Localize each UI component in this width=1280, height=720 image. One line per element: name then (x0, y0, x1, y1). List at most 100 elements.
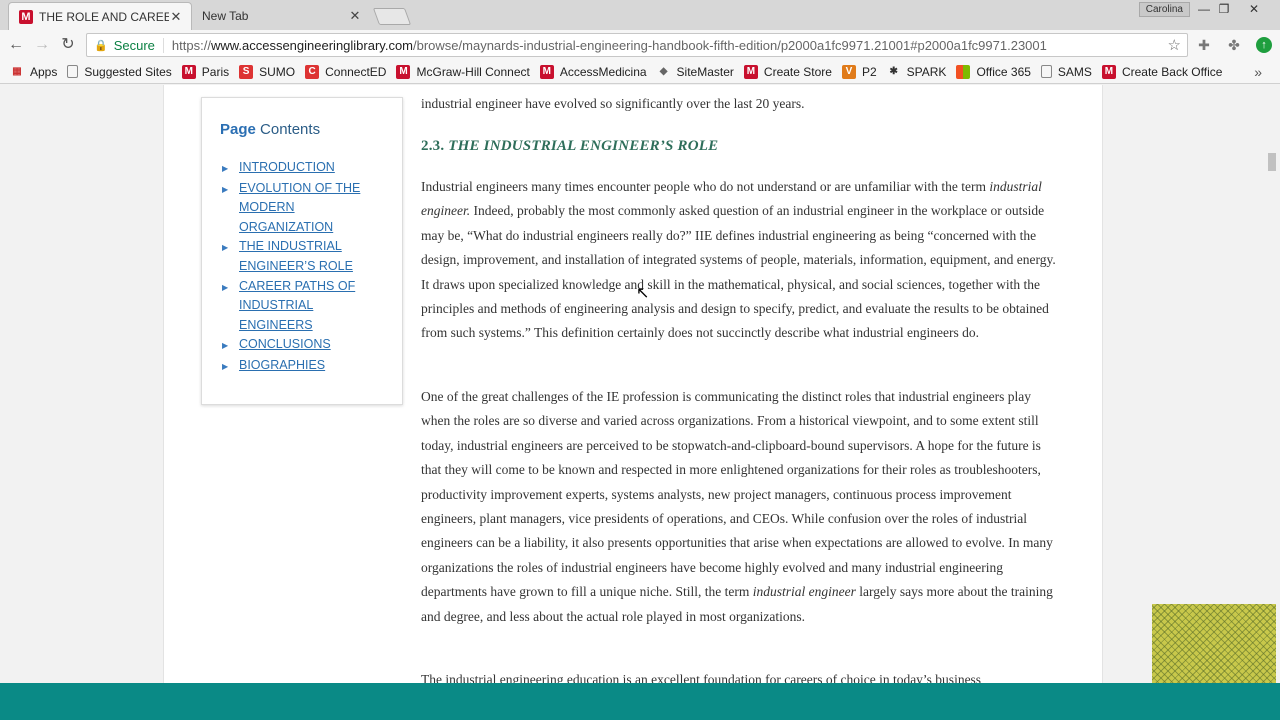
url-path: /browse/maynards-industrial-engineering-… (413, 37, 1047, 53)
toc-item: ▶ BIOGRAPHIES (222, 356, 369, 377)
bookmark-accessmedicina[interactable]: M AccessMedicina (539, 64, 647, 79)
url-text[interactable]: https://www.accessengineeringlibrary.com… (172, 38, 1047, 53)
bookmark-paris[interactable]: M Paris (181, 64, 230, 79)
bottom-bar (0, 683, 1280, 720)
bookmark-sumo[interactable]: S SUMO (239, 64, 296, 79)
window-close-icon[interactable]: ✕ (1240, 0, 1268, 18)
restore-icon[interactable]: ❐ (1210, 0, 1238, 18)
bookmark-office-365[interactable]: Office 365 (956, 64, 1031, 79)
toc-item: ▶ THE INDUSTRIAL ENGINEER’S ROLE (222, 237, 369, 276)
toc-link-ie-role[interactable]: THE INDUSTRIAL ENGINEER’S ROLE (239, 237, 369, 276)
extension-green-icon[interactable]: ↑ (1256, 37, 1272, 53)
toc-link-evolution[interactable]: EVOLUTION OF THE MODERN ORGANIZATION (239, 179, 369, 238)
title-page-word: Page (220, 121, 256, 138)
bookmark-mcgraw-hill-connect[interactable]: M McGraw-Hill Connect (396, 64, 530, 79)
lock-icon: 🔒 (94, 39, 108, 52)
bookmarks-overflow-icon[interactable]: » (1254, 64, 1262, 80)
toc-link-conclusions[interactable]: CONCLUSIONS (239, 335, 369, 356)
sumo-icon: S (239, 64, 254, 79)
spark-icon: ✱ (889, 66, 898, 77)
v-icon: V (841, 64, 856, 79)
tab-new-tab[interactable]: New Tab ✕ (190, 2, 370, 30)
tab-active[interactable]: M THE ROLE AND CAREER O ✕ (8, 2, 192, 30)
bookmark-label: Create Store (763, 64, 832, 79)
mouse-cursor-icon: ↖ (636, 285, 650, 302)
bookmark-label: AccessMedicina (559, 64, 647, 79)
para-text: Indeed, probably the most commonly asked… (421, 203, 1056, 341)
forward-arrow-icon[interactable]: → (32, 35, 52, 55)
mcgraw-m-icon: M (19, 9, 33, 24)
triangle-right-icon: ▶ (222, 341, 229, 351)
toc-item: ▶ INTRODUCTION (222, 158, 369, 179)
bookmarks-bar: ▦ Apps Suggested Sites M Paris S SUMO C Conn… (0, 60, 1280, 84)
mcgraw-m-icon: M (396, 64, 411, 79)
browser-toolbar: ← → ↻ 🔒 Secure https://www.accessenginee… (0, 30, 1280, 60)
toc-item: ▶ CAREER PATHS OF INDUSTRIAL ENGINEERS (222, 277, 369, 336)
back-arrow-icon[interactable]: ← (6, 35, 26, 55)
close-tab-icon[interactable]: ✕ (169, 9, 183, 25)
bookmark-label: Create Back Office (1121, 64, 1223, 79)
tab-title: THE ROLE AND CAREER O (39, 9, 169, 24)
bookmark-label: SPARK (906, 64, 947, 79)
triangle-right-icon: ▶ (222, 282, 229, 292)
toc-link-introduction[interactable]: INTRODUCTION (239, 158, 369, 179)
tab-strip: M THE ROLE AND CAREER O ✕ New Tab ✕ Caro… (0, 0, 1280, 30)
bookmark-label: SUMO (259, 64, 296, 79)
title-rest: Contents (255, 121, 321, 138)
bookmark-p2[interactable]: V P2 (841, 64, 877, 79)
bookmark-label: ConnectED (325, 64, 387, 79)
bookmark-star-icon[interactable]: ☆ (1168, 36, 1181, 54)
toc-link-career-paths[interactable]: CAREER PATHS OF INDUSTRIAL ENGINEERS (239, 277, 369, 336)
section-number: 2.3. (421, 138, 445, 154)
page-icon (67, 65, 79, 78)
tab-title: New Tab (202, 9, 249, 23)
bookmark-label: Suggested Sites (84, 64, 172, 79)
paragraph-2: One of the great challenges of the IE pr… (421, 385, 1061, 629)
bookmark-sitemaster[interactable]: ◆ SiteMaster (657, 65, 734, 79)
reload-icon[interactable]: ↻ (58, 35, 78, 55)
bookmark-label: Paris (201, 64, 230, 79)
connected-icon: C (305, 64, 320, 79)
close-tab-icon[interactable]: ✕ (348, 8, 362, 24)
mcgraw-m-icon: M (1101, 64, 1116, 79)
bookmark-spark[interactable]: ✱ SPARK (887, 64, 947, 79)
page-contents-title: Page Contents (220, 121, 320, 138)
partial-paragraph: industrial engineer have evolved so sign… (421, 96, 805, 111)
vertical-scrollbar[interactable] (1263, 85, 1280, 683)
patterned-overlay (1152, 604, 1276, 684)
bookmark-label: McGraw-Hill Connect (416, 64, 530, 79)
bookmark-sams[interactable]: SAMS (1040, 65, 1092, 79)
toc-item: ▶ CONCLUSIONS (222, 335, 369, 356)
mcgraw-m-icon: M (539, 64, 554, 79)
triangle-right-icon: ▶ (222, 184, 229, 194)
bookmark-label: Office 365 (976, 64, 1031, 79)
toc-link-biographies[interactable]: BIOGRAPHIES (239, 356, 369, 377)
mcgraw-m-icon: M (181, 64, 196, 79)
section-heading: 2.3. THE INDUSTRIAL ENGINEER’S ROLE (421, 134, 718, 158)
bookmark-create-back-office[interactable]: M Create Back Office (1101, 64, 1223, 79)
bookmark-label: SiteMaster (676, 64, 734, 79)
profile-button[interactable]: Carolina (1138, 2, 1190, 17)
page-viewport: Page Contents ▶ INTRODUCTION ▶ EVOLUTION O… (0, 85, 1280, 683)
sitemaster-icon: ◆ (659, 66, 668, 77)
url-scheme: https:// (171, 37, 211, 53)
apps-grid-icon: ▦ (12, 66, 22, 77)
section-title: THE INDUSTRIAL ENGINEER’S ROLE (448, 138, 719, 154)
bookmark-apps[interactable]: ▦ Apps (10, 65, 57, 79)
page-contents-panel: Page Contents ▶ INTRODUCTION ▶ EVOLUTION O… (201, 97, 403, 405)
new-tab-button[interactable] (372, 8, 412, 25)
page-icon (1040, 65, 1052, 78)
address-bar[interactable]: 🔒 Secure https://www.accessengineeringli… (86, 33, 1188, 57)
scrollbar-thumb[interactable] (1268, 153, 1276, 171)
extension-puzzle-icon[interactable]: ✤ (1226, 37, 1242, 53)
bookmark-label: Apps (30, 64, 58, 79)
toc-list: ▶ INTRODUCTION ▶ EVOLUTION OF THE MODERN O… (222, 158, 369, 377)
para-text: Industrial engineers many times encounte… (421, 179, 990, 194)
url-domain: www.accessengineeringlibrary.com (210, 37, 414, 53)
bookmark-suggested-sites[interactable]: Suggested Sites (67, 64, 172, 79)
bookmark-create-store[interactable]: M Create Store (743, 64, 832, 79)
extension-puzzle-icon[interactable]: ✚ (1196, 37, 1212, 53)
para-text: One of the great challenges of the IE pr… (421, 389, 1053, 600)
para-emphasis: industrial engineer (752, 584, 856, 600)
bookmark-connected[interactable]: C ConnectED (305, 64, 387, 79)
